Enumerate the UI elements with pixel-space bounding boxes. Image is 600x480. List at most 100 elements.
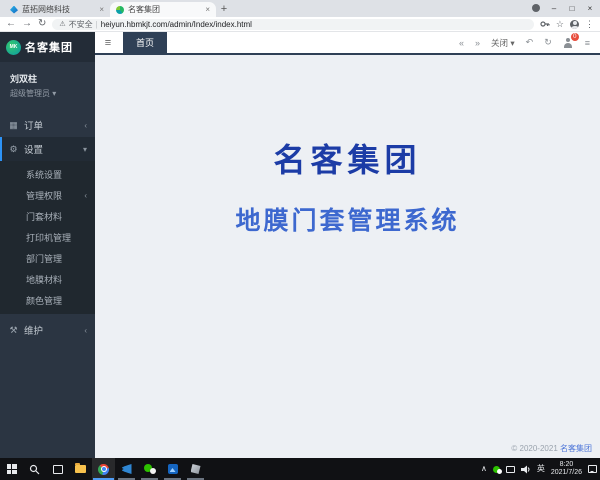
omnibox-separator: | [96,20,98,29]
profile-bubble-icon[interactable] [532,4,540,12]
grey-app-icon [191,464,201,474]
system-subtitle: 地膜门套管理系统 [95,201,600,237]
main-area: ≡ 首页 « » 关闭 ▾ ↶ ↻ 0 [95,32,600,458]
submenu-item-door-cover-material[interactable]: 门套材料 [0,206,95,227]
submenu-label: 地膜材料 [26,273,87,286]
user-name[interactable]: 刘双柱 [10,72,85,85]
scroll-tabs-right-icon[interactable]: » [475,38,480,48]
app-top-bar: ≡ 首页 « » 关闭 ▾ ↶ ↻ 0 [95,32,600,55]
volume-icon[interactable] [521,465,531,474]
more-menu-icon[interactable]: ≡ [585,38,590,48]
refresh-button[interactable]: ↻ [38,19,46,29]
wrench-icon: ⚒ [8,325,19,336]
chrome-taskbar-button[interactable] [92,458,115,480]
submenu-label: 门套材料 [26,210,87,223]
maximize-button[interactable]: □ [564,1,580,15]
toolbar-right-icons: ☆ ⋮ [540,19,594,30]
submenu-item-color-management[interactable]: 颜色管理 [0,290,95,311]
file-explorer-button[interactable] [69,458,92,480]
not-secure-label[interactable]: 不安全 [69,19,93,30]
caret-down-icon: ▾ [510,38,514,48]
copyright-footer: © 2020-2021 名客集团 [511,443,592,454]
network-display-icon[interactable] [506,466,515,473]
search-icon [29,464,40,475]
bookmark-star-icon[interactable]: ☆ [556,19,564,30]
wechat-tray-icon[interactable] [493,466,500,473]
wechat-taskbar-button[interactable] [138,458,161,480]
reload-page-icon[interactable]: ↻ [544,37,552,48]
collapse-sidebar-icon[interactable]: ≡ [95,32,121,53]
forward-button[interactable]: → [22,19,32,29]
chevron-left-icon: ‹ [84,191,87,200]
browser-toolbar: ← → ↻ ⚠ 不安全 | heiyun.hbmkjt.com/admin/In… [0,17,600,32]
sidebar-brand[interactable]: MK 名客集团 [0,32,95,62]
start-button[interactable] [0,458,23,480]
browser-tab-strip: 蓝拓网络科技 × 名客集团 × + – □ × [0,0,600,17]
settings-label: 设置 [24,142,78,156]
tab2-close-icon[interactable]: × [205,5,210,14]
web-page: MK 名客集团 刘双柱 超级管理员 ▾ ▦ 订单 ‹ ⚙ 设置 [0,32,600,458]
sidebar-menu: ▦ 订单 ‹ ⚙ 设置 ▾ 系统设置 管理权限 ‹ [0,113,95,342]
address-bar[interactable]: ⚠ 不安全 | heiyun.hbmkjt.com/admin/Index/in… [52,19,534,30]
system-tray: ∧ 英 8:20 2021/7/26 [481,458,597,480]
notification-user-icon[interactable]: 0 [563,37,574,49]
wechat-icon [144,464,156,474]
caret-down-icon: ▾ [52,89,56,98]
orders-label: 订单 [24,118,79,132]
url-text[interactable]: heiyun.hbmkjt.com/admin/Index/index.html [101,20,252,29]
submenu-item-film-material[interactable]: 地膜材料 [0,269,95,290]
folder-icon [75,465,86,473]
tab1-close-icon[interactable]: × [99,5,104,14]
hidden-icons-chevron[interactable]: ∧ [481,465,487,473]
chevron-left-icon: ‹ [84,326,87,335]
tab-home[interactable]: 首页 [123,32,167,53]
home-content: 名客集团 地膜门套管理系统 © 2020-2021 名客集团 [95,57,600,458]
scroll-tabs-left-icon[interactable]: « [459,38,464,48]
notification-badge: 0 [571,33,579,41]
close-tabs-dropdown[interactable]: 关闭 ▾ [491,37,515,49]
browser-avatar-icon[interactable] [570,20,579,29]
vscode-taskbar-button[interactable] [115,458,138,480]
submenu-item-printer-management[interactable]: 打印机管理 [0,227,95,248]
maintenance-label: 维护 [24,323,79,337]
user-block: 刘双柱 超级管理员 ▾ [0,62,95,107]
copyright-text: © 2020-2021 [511,444,557,453]
browser-tab-other[interactable]: 蓝拓网络科技 × [4,2,110,17]
password-key-icon[interactable] [540,19,550,29]
grey-app-taskbar-button[interactable] [184,458,207,480]
back-button[interactable]: ← [6,19,16,29]
brand-logo-icon: MK [6,40,21,55]
task-view-button[interactable] [46,458,69,480]
action-center-icon[interactable] [588,465,597,473]
sidebar-item-settings[interactable]: ⚙ 设置 ▾ [0,137,95,161]
user-role-label: 超级管理员 [10,89,50,98]
submenu-label: 颜色管理 [26,294,87,307]
taskbar-clock[interactable]: 8:20 2021/7/26 [551,461,582,478]
chevron-down-icon: ▾ [83,145,87,154]
submenu-item-department-management[interactable]: 部门管理 [0,248,95,269]
undo-icon[interactable]: ↶ [526,37,534,48]
brand-name: 名客集团 [25,39,73,55]
taskbar-search-button[interactable] [23,458,46,480]
notification-user-head [566,38,570,42]
chrome-icon [98,464,109,475]
new-tab-button[interactable]: + [216,3,232,17]
browser-menu-icon[interactable]: ⋮ [585,19,594,30]
submenu-label: 系统设置 [26,168,87,181]
sidebar-item-maintenance[interactable]: ⚒ 维护 ‹ [0,318,95,342]
screen: 蓝拓网络科技 × 名客集团 × + – □ × ← → ↻ ⚠ 不安全 | he… [0,0,600,480]
sidebar-item-orders[interactable]: ▦ 订单 ‹ [0,113,95,137]
copyright-brand-link[interactable]: 名客集团 [560,444,592,453]
browser-tab-current[interactable]: 名客集团 × [110,2,216,17]
chevron-left-icon: ‹ [84,121,87,130]
submenu-item-system-settings[interactable]: 系统设置 [0,164,95,185]
ime-indicator[interactable]: 英 [537,465,545,473]
blue-app-taskbar-button[interactable] [161,458,184,480]
close-window-button[interactable]: × [582,1,598,15]
task-view-icon [53,465,63,474]
gear-icon: ⚙ [8,144,19,155]
tab1-favicon-icon [10,6,18,14]
submenu-item-admin-permissions[interactable]: 管理权限 ‹ [0,185,95,206]
minimize-button[interactable]: – [546,1,562,15]
user-role-dropdown[interactable]: 超级管理员 ▾ [10,88,85,99]
